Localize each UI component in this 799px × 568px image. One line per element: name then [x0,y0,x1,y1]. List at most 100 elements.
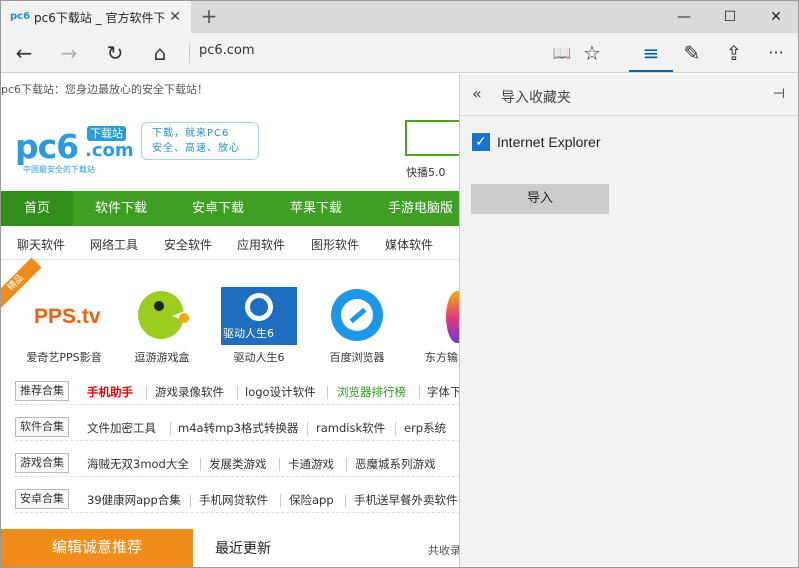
subnav-security[interactable]: 安全软件 [164,236,212,253]
checkbox-label[interactable]: Internet Explorer [497,134,601,150]
collection-link[interactable]: 卡通游戏 [288,456,334,472]
collection-link[interactable]: 手机送早餐外卖软件 [354,492,458,508]
app-item[interactable]: 东方输 [411,267,459,365]
collection-link[interactable]: 保险app [289,492,334,508]
collection-link[interactable]: m4a转mp3格式转换器 [178,420,298,436]
nav-android[interactable]: 安卓下载 [192,191,244,226]
divider [170,422,171,435]
collection-tag[interactable]: 软件合集 [15,417,69,437]
panel-title: 导入收藏夹 [501,90,571,106]
collection-link[interactable]: 游戏录像软件 [155,384,224,400]
collection-row: 安卓合集 39健康网app合集 手机网贷软件 保险app 手机送早餐外卖软件 [15,485,459,513]
collection-tag[interactable]: 安卓合集 [15,489,69,509]
nav-home[interactable]: 首页 [1,191,73,226]
nav-mobile-games-pc[interactable]: 手游电脑版 [388,191,453,226]
collection-link[interactable]: 手机助手 [87,384,133,400]
home-button[interactable]: ⌂ [145,39,175,67]
collection-link[interactable]: 浏览器排行榜 [337,384,406,400]
site-search-input[interactable] [405,120,459,156]
collection-tag[interactable]: 游戏合集 [15,453,69,473]
collection-link[interactable]: 文件加密工具 [87,420,156,436]
minimize-button[interactable]: — [661,1,707,33]
collection-link[interactable]: logo设计软件 [245,384,316,400]
back-button[interactable]: ← [9,39,39,67]
collection-link[interactable]: 手机网贷软件 [199,492,268,508]
maximize-button[interactable]: ☐ [707,1,753,33]
forward-button[interactable]: → [54,39,84,67]
collection-link[interactable]: 发展类游戏 [209,456,267,472]
collection-link[interactable]: ramdisk软件 [316,420,385,436]
pin-panel-icon[interactable]: ⊣ [773,86,785,102]
editor-picks-tab[interactable]: 编辑诚意推荐 [1,529,193,567]
collection-tag[interactable]: 推荐合集 [15,381,69,401]
nav-apple[interactable]: 苹果下载 [290,191,342,226]
app-item[interactable]: 百度浏览器 [312,267,402,365]
internet-explorer-checkbox[interactable]: ✓ [472,133,490,151]
collection-link[interactable]: erp系统 [404,420,446,436]
collection-link[interactable]: 字体下 [427,384,459,400]
hot-search-link[interactable]: 快播5.0 [406,164,446,180]
tab-strip: pc6 pc6下载站 _ 官方软件下 ✕ + — ☐ ✕ [1,1,798,33]
subnav-chat[interactable]: 聊天软件 [17,236,65,253]
app-name: 东方输 [425,351,458,364]
collection-row: 游戏合集 海贼无双3mod大全 发展类游戏 卡通游戏 恶魔城系列游戏 [15,449,459,477]
collection-link[interactable]: 39健康网app合集 [87,492,181,508]
driver-genius-icon: 驱动人生6 [221,287,297,345]
total-count-label: 共收录 [428,544,459,557]
divider [146,386,147,399]
featured-apps: 精品 PPS.tv 爱奇艺PPS影音 逗游游戏盒 驱动人生6 驱动人生6 百度浏… [1,257,459,367]
main-nav: 首页 软件下载 安卓下载 苹果下载 手游电脑版 [1,191,459,226]
subnav-network[interactable]: 网络工具 [90,236,138,253]
app-name: 逗游游戏盒 [134,351,190,364]
douyou-game-box-icon [132,287,192,345]
nav-software[interactable]: 软件下载 [95,191,147,226]
more-icon[interactable]: ··· [761,39,791,67]
sub-nav: 聊天软件 网络工具 安全软件 应用软件 图形软件 媒体软件 [1,226,459,260]
logo-main-text: pc6 [15,127,79,166]
subnav-graphics[interactable]: 图形软件 [311,236,359,253]
divider [190,494,191,507]
favorite-star-icon[interactable]: ☆ [577,39,607,67]
browser-window: pc6 pc6下载站 _ 官方软件下 ✕ + — ☐ ✕ ← → ↻ ⌂ pc6… [0,0,799,568]
new-tab-button[interactable]: + [198,5,220,27]
site-logo[interactable]: pc6 下载站 .com 中国最安全的下载站 [15,126,134,174]
app-name: 百度浏览器 [329,351,385,364]
app-item[interactable]: 驱动人生6 驱动人生6 [214,267,304,365]
address-separator [189,43,190,63]
app-item[interactable]: PPS.tv 爱奇艺PPS影音 [19,267,109,365]
divider [280,494,281,507]
dongfang-input-icon [426,287,459,345]
import-button[interactable]: 导入 [471,184,609,214]
web-note-icon[interactable]: ✎ [677,39,707,67]
close-window-button[interactable]: ✕ [753,1,798,33]
divider [307,422,308,435]
divider [345,494,346,507]
reading-view-icon[interactable]: 📖 [547,39,577,67]
baidu-browser-icon [327,287,387,345]
latest-updates-tab[interactable]: 最近更新 [215,538,271,558]
logo-badge: 下载站 [87,126,126,141]
panel-back-icon[interactable]: « [472,84,482,103]
pc6-favicon-icon: pc6 [10,11,31,22]
collection-link[interactable]: 恶魔城系列游戏 [355,456,436,472]
tab-close-icon[interactable]: ✕ [169,9,181,25]
divider [279,458,280,471]
collection-row: 推荐合集 手机助手 游戏录像软件 logo设计软件 浏览器排行榜 字体下 [15,377,459,405]
app-item[interactable]: 逗游游戏盒 [117,267,207,365]
share-icon[interactable]: ⇪ [719,39,749,67]
divider [419,386,420,399]
address-bar[interactable]: pc6.com [199,43,255,58]
section-tabs: 编辑诚意推荐 最近更新 共收录 [1,529,459,567]
hub-icon[interactable]: ≡ [636,39,666,67]
browser-tab[interactable]: pc6 pc6下载站 _ 官方软件下 ✕ [1,1,191,33]
subnav-media[interactable]: 媒体软件 [385,236,433,253]
divider [395,422,396,435]
subnav-apps[interactable]: 应用软件 [237,236,285,253]
site-tagline: pc6下载站：您身边最放心的安全下载站！ [1,83,209,96]
panel-header: « 导入收藏夹 ⊣ [460,74,798,116]
slogan-line-2: 安全、高速、放心 [152,143,240,154]
app-name: 驱动人生6 [233,351,285,364]
refresh-button[interactable]: ↻ [100,39,130,67]
divider [346,458,347,471]
collection-link[interactable]: 海贼无双3mod大全 [87,456,189,472]
